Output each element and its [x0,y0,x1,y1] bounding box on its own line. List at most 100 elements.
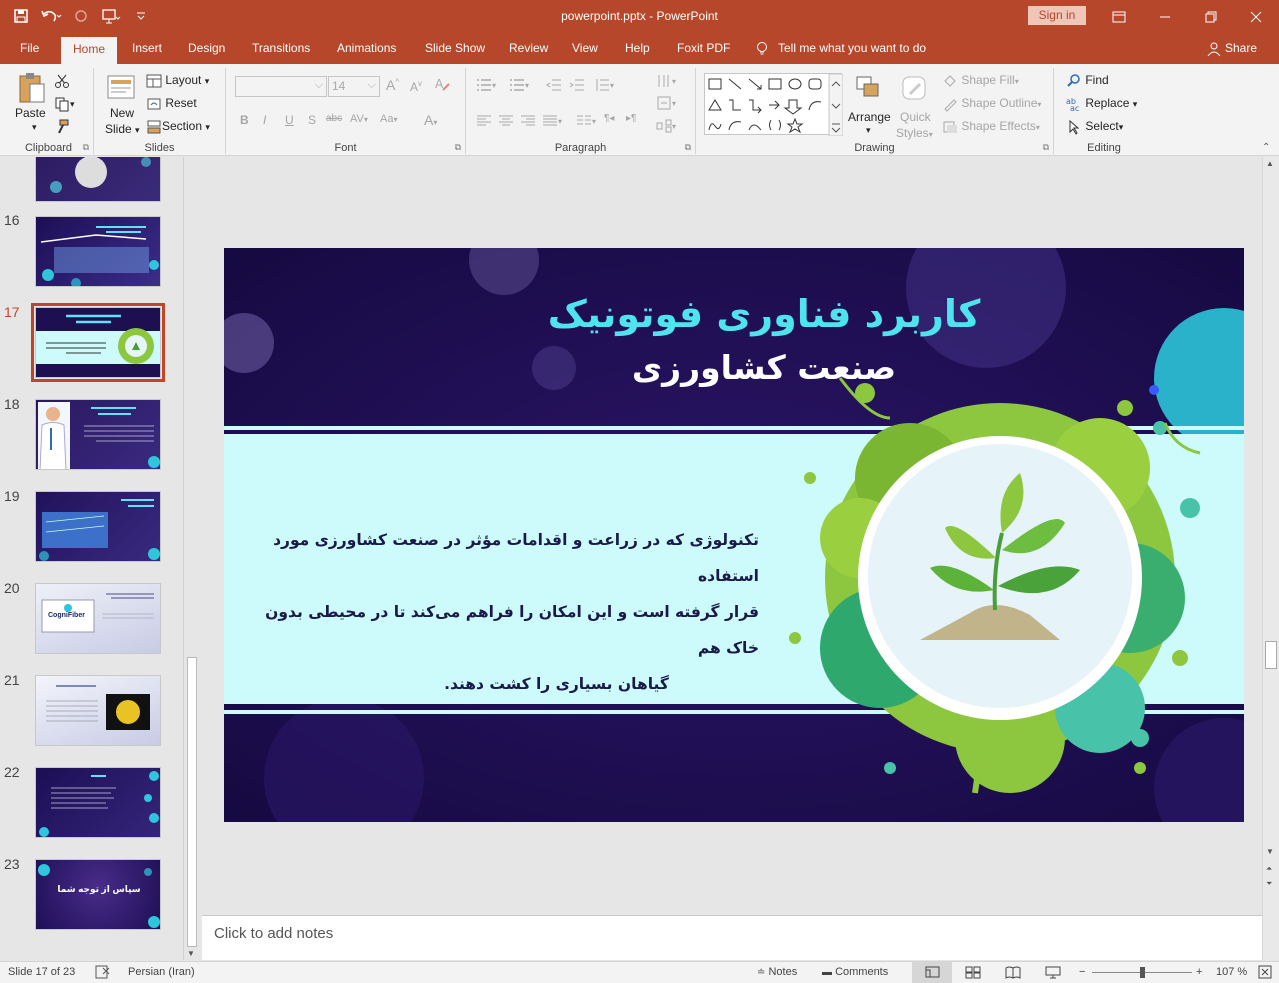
align-text-icon[interactable]: ▾ [656,95,676,111]
language-indicator[interactable]: Persian (Iran) [128,966,195,978]
tab-slide-show[interactable]: Slide Show [425,33,485,64]
slide-show-icon[interactable] [1045,966,1061,982]
reset-button[interactable]: Reset [146,96,197,112]
justify-icon[interactable]: ▾ [542,113,562,129]
tab-insert[interactable]: Insert [132,33,162,64]
decrease-indent-icon[interactable] [546,77,562,93]
tab-animations[interactable]: Animations [337,33,396,64]
tab-help[interactable]: Help [625,33,650,64]
zoom-out-icon[interactable]: − [1079,966,1085,978]
spell-check-icon[interactable] [95,965,111,982]
bullets-icon[interactable]: ▾ [476,77,496,93]
zoom-level[interactable]: 107 % [1216,966,1247,978]
character-spacing-icon[interactable]: AV▾ [350,113,368,125]
scroll-down-icon[interactable]: ▼ [1266,847,1274,856]
font-size-combobox[interactable]: 14 ⌵ [328,76,380,97]
decrease-font-size-icon[interactable]: Av [410,79,422,94]
shape-outline-button[interactable]: Shape Outline▾ [942,96,1041,112]
quick-styles-label-2[interactable]: Styles▾ [896,126,933,140]
slide-thumbnail[interactable] [35,491,161,562]
paste-button[interactable]: Paste [15,106,46,120]
tab-view[interactable]: View [572,33,598,64]
underline-button[interactable]: U [285,113,294,127]
paste-icon[interactable] [16,72,48,104]
drawing-launcher-icon[interactable]: ⧉ [1043,142,1049,153]
align-center-icon[interactable] [498,113,514,129]
zoom-in-icon[interactable]: + [1196,966,1202,978]
notes-placeholder[interactable]: Click to add notes [214,925,333,942]
minimize-icon[interactable] [1142,0,1188,33]
quick-styles-label-1[interactable]: Quick [900,110,931,124]
line-spacing-icon[interactable]: ▾ [594,77,614,93]
slide-title[interactable]: کاربرد فناوری فوتونیک [504,292,1024,336]
text-direction-icon[interactable]: ▾ [656,73,676,89]
slide-subtitle[interactable]: صنعت کشاورزی [504,348,1024,387]
quick-styles-icon[interactable] [900,74,932,106]
share-button[interactable]: Share [1206,33,1257,64]
slide-thumbnail[interactable] [35,216,161,287]
numbering-icon[interactable]: ▾ [509,77,529,93]
next-slide-icon[interactable]: ⏷ [1266,879,1272,889]
ltr-icon[interactable]: ▸¶ [626,113,636,124]
slide-scrollbar-thumb[interactable] [1265,641,1277,669]
slide-thumbnail[interactable] [35,399,161,470]
bold-button[interactable]: B [240,113,249,127]
slide-thumbnail[interactable] [35,767,161,838]
paragraph-launcher-icon[interactable]: ⧉ [685,142,691,153]
tab-review[interactable]: Review [509,33,548,64]
normal-view-button[interactable] [912,962,952,983]
notes-pane[interactable]: Click to add notes [202,915,1262,960]
notes-button[interactable]: ≐ Notes [757,966,797,978]
increase-font-size-icon[interactable]: A^ [386,77,399,93]
clear-formatting-icon[interactable]: A [434,76,450,92]
restore-icon[interactable] [1188,0,1234,33]
increase-indent-icon[interactable] [569,77,585,93]
slide-thumbnail[interactable] [35,675,161,746]
align-left-icon[interactable] [476,113,492,129]
clipboard-launcher-icon[interactable]: ⧉ [83,142,89,153]
scroll-up-icon[interactable]: ▲ [1266,159,1274,168]
arrange-dropdown-icon[interactable]: ▾ [866,125,871,136]
new-slide-label-1[interactable]: New [110,106,134,120]
arrange-button[interactable]: Arrange [848,110,891,124]
collapse-ribbon-icon[interactable]: ⌃ [1262,142,1270,153]
tab-foxit-pdf[interactable]: Foxit PDF [677,33,730,64]
text-shadow-button[interactable]: S [308,113,316,127]
replace-button[interactable]: ab ac Replace ▾ [1066,96,1137,112]
sign-in-button[interactable]: Sign in [1028,6,1086,25]
tab-home[interactable]: Home [61,37,118,64]
slide-thumbnail[interactable]: CogniFiber [35,583,161,654]
previous-slide-icon[interactable]: ⏶ [1266,864,1272,874]
arrange-icon[interactable] [854,74,886,106]
new-slide-label-2[interactable]: Slide ▾ [105,122,140,136]
shapes-gallery[interactable] [704,73,844,137]
slide-thumbnail-selected[interactable] [31,303,165,382]
cut-icon[interactable] [54,73,70,89]
layout-button[interactable]: Layout ▾ [146,73,209,89]
tab-design[interactable]: Design [188,33,225,64]
slide-scrollbar[interactable]: ▲ ▼ ⏶ ⏷ [1262,157,1279,960]
font-launcher-icon[interactable]: ⧉ [455,142,461,153]
slide-sorter-icon[interactable] [965,966,981,982]
italic-button[interactable]: I [263,113,266,127]
select-button[interactable]: Select▾ [1066,119,1123,135]
format-painter-icon[interactable] [54,119,70,135]
align-right-icon[interactable] [520,113,536,129]
strikethrough-button[interactable]: abc [326,113,342,124]
tell-me-search[interactable]: Tell me what you want to do [754,33,926,64]
close-icon[interactable] [1233,0,1279,33]
slide-thumbnail[interactable]: سپاس از توجه شما [35,859,161,930]
current-slide[interactable]: کاربرد فناوری فوتونیک صنعت کشاورزی تکنول… [224,248,1244,822]
change-case-icon[interactable]: Aa▾ [380,113,397,125]
slide-body-text[interactable]: تکنولوژی که در زراعت و اقدامات مؤثر در ص… [264,522,759,702]
thumbnails-scrollbar-thumb[interactable] [187,657,197,947]
font-color-icon[interactable]: A▾ [424,112,437,128]
zoom-slider-thumb[interactable] [1140,967,1145,978]
section-button[interactable]: Section ▾ [146,119,210,135]
new-slide-icon[interactable] [106,72,138,104]
paste-dropdown-icon[interactable]: ▾ [32,122,37,133]
tab-file[interactable]: File [20,33,39,64]
scroll-down-icon[interactable]: ▼ [187,949,195,958]
ribbon-display-options-icon[interactable] [1096,0,1142,33]
tab-transitions[interactable]: Transitions [252,33,310,64]
